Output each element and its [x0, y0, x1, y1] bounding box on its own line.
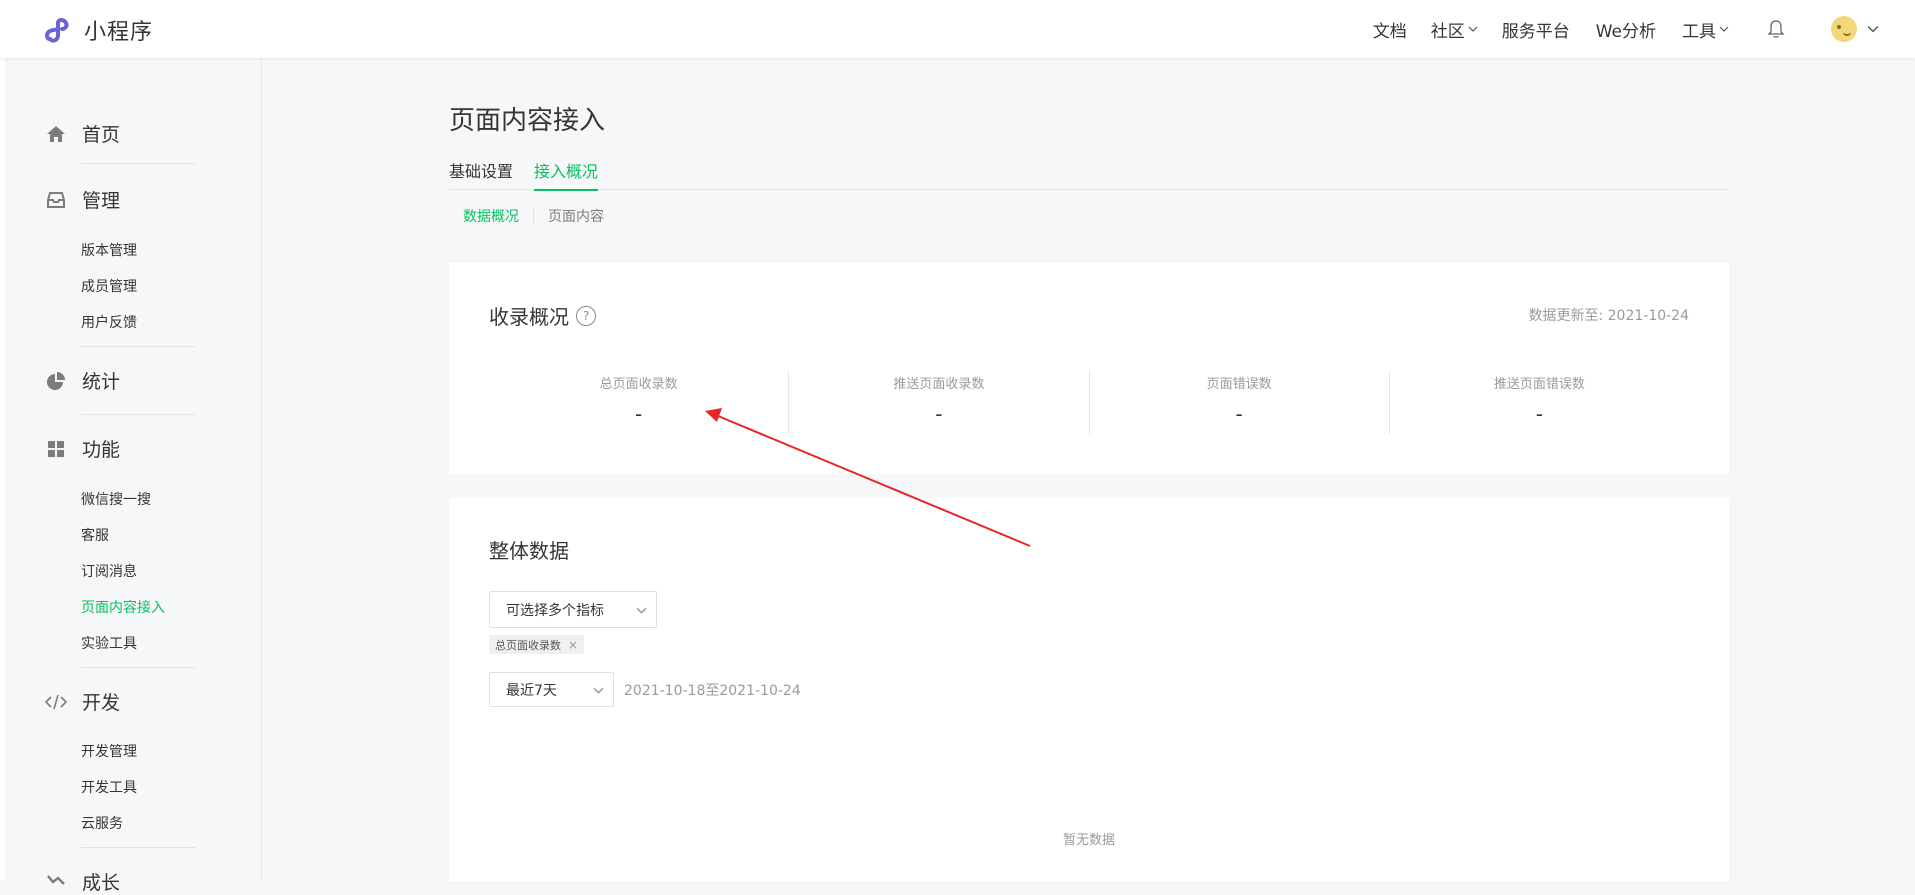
- stat-value: -: [1535, 402, 1543, 426]
- stat-total-indexed: 总页面收录数 -: [489, 370, 788, 434]
- code-icon: [45, 691, 67, 713]
- period-select-text: 最近7天: [506, 682, 557, 699]
- sidebar-item-member-manage[interactable]: 成员管理: [81, 276, 137, 296]
- page-title: 页面内容接入: [449, 106, 606, 136]
- overall-data-title: 整体数据: [489, 539, 569, 563]
- chevron-down-icon: [1867, 26, 1879, 33]
- divider: [81, 346, 195, 347]
- overall-data-card: 整体数据 可选择多个指标 总页面收录数 × 最近7天 2021-10-18至20…: [449, 498, 1729, 881]
- growth-icon: [45, 871, 67, 893]
- sidebar-item-dev-tools[interactable]: 开发工具: [81, 777, 137, 797]
- metric-select[interactable]: 可选择多个指标: [489, 591, 657, 628]
- stat-value: -: [1235, 402, 1243, 426]
- sidebar-item-version-manage[interactable]: 版本管理: [81, 240, 137, 260]
- stats-row: 总页面收录数 - 推送页面收录数 - 页面错误数 - 推送页面错误数 -: [489, 370, 1689, 434]
- sub-tab-bar: 数据概况 页面内容: [463, 206, 604, 226]
- nav-we-analytics-label: We分析: [1595, 21, 1656, 42]
- sidebar-item-page-content-access[interactable]: 页面内容接入: [81, 597, 165, 617]
- tab-bar: 基础设置 接入概况: [449, 158, 1729, 191]
- grid-icon: [45, 438, 67, 460]
- sidebar-item-wechat-search[interactable]: 微信搜一搜: [81, 489, 151, 509]
- sidebar-group-features[interactable]: 功能: [45, 435, 120, 462]
- nav-service-platform[interactable]: 服务平台: [1502, 17, 1570, 42]
- divider: [81, 414, 195, 415]
- subtab-data-overview[interactable]: 数据概况: [463, 206, 519, 226]
- stat-label: 推送页面收录数: [893, 377, 985, 392]
- chevron-down-icon: [1719, 26, 1729, 32]
- selected-metric-tag: 总页面收录数 ×: [489, 635, 585, 654]
- chevron-down-icon: [636, 607, 647, 614]
- stat-page-errors: 页面错误数 -: [1088, 370, 1389, 434]
- period-select[interactable]: 最近7天: [489, 672, 614, 707]
- subtab-page-content[interactable]: 页面内容: [548, 206, 604, 226]
- nav-docs[interactable]: 文档: [1373, 17, 1407, 42]
- update-time: 数据更新至: 2021-10-24: [1528, 308, 1689, 324]
- sidebar-item-subscribe-message[interactable]: 订阅消息: [81, 561, 137, 581]
- nav-service-platform-label: 服务平台: [1501, 21, 1570, 42]
- divider: [81, 163, 195, 164]
- chevron-down-icon: [1468, 26, 1478, 32]
- date-range: 2021-10-18至2021-10-24: [624, 683, 801, 699]
- sidebar-group-growth[interactable]: 成长: [45, 868, 120, 895]
- stat-value: -: [935, 402, 943, 426]
- sidebar-home-label: 首页: [82, 124, 121, 146]
- sidebar-growth-label: 成长: [82, 872, 121, 894]
- tab-basic-settings[interactable]: 基础设置: [449, 158, 513, 189]
- divider: [81, 667, 195, 668]
- pie-chart-icon: [45, 370, 67, 392]
- close-icon[interactable]: ×: [568, 638, 578, 652]
- account-menu[interactable]: [1831, 16, 1879, 42]
- stat-label: 推送页面错误数: [1493, 377, 1585, 392]
- notification-button[interactable]: [1767, 19, 1785, 39]
- empty-state-text: 暂无数据: [1062, 833, 1115, 848]
- divider: [81, 847, 195, 848]
- stat-label: 总页面收录数: [599, 377, 678, 392]
- top-nav: 文档 社区 服务平台 We分析 工具: [1373, 0, 1915, 58]
- sidebar: 首页 管理 版本管理 成员管理 用户反馈 统计 功能 微信搜一搜 客服 订阅消息…: [5, 58, 262, 894]
- sidebar-item-experiment-tools[interactable]: 实验工具: [81, 633, 137, 653]
- top-bar: 小程序 文档 社区 服务平台 We分析 工具: [0, 0, 1915, 58]
- nav-community[interactable]: 社区: [1431, 17, 1478, 42]
- sidebar-item-cloud-service[interactable]: 云服务: [81, 813, 123, 833]
- sidebar-item-user-feedback[interactable]: 用户反馈: [81, 312, 137, 332]
- tab-access-overview[interactable]: 接入概况: [534, 158, 599, 191]
- nav-tools[interactable]: 工具: [1682, 17, 1729, 42]
- nav-tools-label: 工具: [1682, 21, 1716, 42]
- nav-we-analytics[interactable]: We分析: [1596, 17, 1656, 42]
- sidebar-item-stats[interactable]: 统计: [45, 367, 120, 394]
- nav-community-label: 社区: [1430, 21, 1465, 42]
- indexing-overview-title-text: 收录概况: [489, 305, 569, 329]
- sidebar-group-manage[interactable]: 管理: [45, 186, 120, 213]
- sidebar-item-home[interactable]: 首页: [45, 120, 120, 147]
- metric-select-text: 可选择多个指标: [506, 602, 604, 619]
- help-icon[interactable]: ?: [576, 305, 596, 326]
- stat-pushed-errors: 推送页面错误数 -: [1388, 370, 1689, 434]
- sidebar-manage-label: 管理: [82, 190, 121, 212]
- home-icon: [45, 123, 67, 145]
- stat-value: -: [635, 402, 643, 426]
- sidebar-develop-label: 开发: [82, 692, 121, 714]
- indexing-overview-title: 收录概况 ?: [489, 301, 596, 330]
- avatar: [1831, 16, 1857, 42]
- stat-label: 页面错误数: [1206, 377, 1272, 392]
- stat-pushed-indexed: 推送页面收录数 -: [788, 370, 1088, 434]
- logo-text: 小程序: [84, 20, 154, 45]
- chevron-down-icon: [593, 687, 604, 694]
- logo[interactable]: 小程序: [44, 14, 153, 46]
- sidebar-stats-label: 统计: [82, 371, 121, 393]
- indexing-overview-card: 收录概况 ? 数据更新至: 2021-10-24 总页面收录数 - 推送页面收录…: [449, 263, 1729, 474]
- sidebar-features-label: 功能: [82, 439, 121, 461]
- bell-icon: [1767, 20, 1785, 38]
- mini-program-logo-icon: [45, 18, 69, 43]
- selected-metric-tag-text: 总页面收录数: [495, 638, 561, 652]
- inbox-icon: [45, 189, 67, 211]
- sidebar-item-dev-manage[interactable]: 开发管理: [81, 741, 137, 761]
- nav-docs-label: 文档: [1372, 21, 1407, 42]
- sidebar-item-customer-service[interactable]: 客服: [81, 525, 109, 545]
- sidebar-group-develop[interactable]: 开发: [45, 688, 120, 715]
- subtab-separator: [533, 209, 534, 223]
